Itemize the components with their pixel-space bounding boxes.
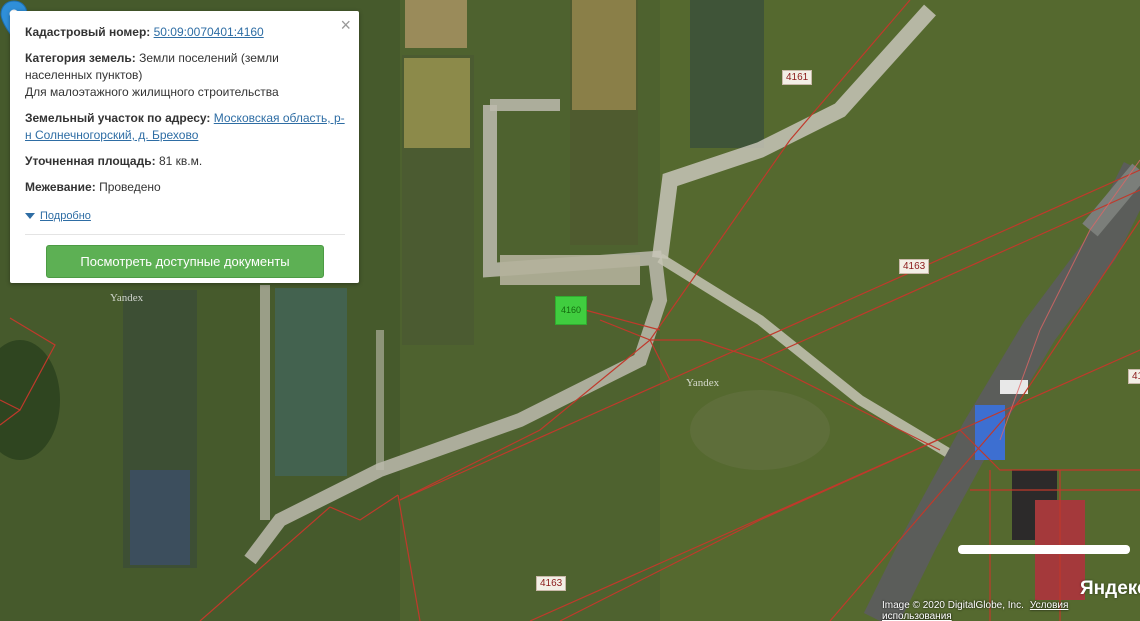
address-label: Земельный участок по адресу: [25, 111, 211, 125]
details-link[interactable]: Подробно [40, 210, 91, 222]
yandex-logo[interactable]: Яндекс [1080, 578, 1140, 600]
selected-parcel-highlight[interactable]: 4160 [555, 296, 587, 325]
cadastral-row: Кадастровый номер: 50:09:0070401:4160 [25, 24, 345, 41]
cadastral-number-link[interactable]: 50:09:0070401:4160 [154, 25, 264, 39]
divider [25, 234, 345, 235]
parcel-label-4161[interactable]: 4161 [782, 70, 813, 85]
category-use: Для малоэтажного жилищного строительства [25, 85, 279, 99]
area-value: 81 кв.м. [158, 154, 203, 168]
map-watermark: Yandex [686, 377, 720, 389]
area-label: Уточненная площадь: [25, 154, 156, 168]
view-documents-button[interactable]: Посмотреть доступные документы [46, 245, 324, 278]
selected-parcel-label: 4160 [560, 305, 582, 315]
triangle-down-icon [25, 213, 35, 219]
parcel-label-4163-bottom[interactable]: 4163 [536, 576, 567, 591]
category-label: Категория земель: [25, 51, 136, 65]
address-row: Земельный участок по адресу: Московская … [25, 110, 345, 144]
details-toggle[interactable]: Подробно [25, 210, 345, 222]
survey-value: Проведено [99, 180, 161, 194]
survey-row: Межевание: Проведено [25, 179, 345, 196]
map-attribution: Image © 2020 DigitalGlobe, Inc. Условия и… [882, 600, 1140, 621]
parcel-info-popup: × Кадастровый номер: 50:09:0070401:4160 … [10, 11, 359, 283]
attribution-text: Image © 2020 DigitalGlobe, Inc. [882, 600, 1024, 611]
cadastral-label: Кадастровый номер: [25, 25, 151, 39]
area-row: Уточненная площадь: 81 кв.м. [25, 153, 345, 170]
scale-bar [958, 545, 1130, 554]
parcel-label-edge[interactable]: 41 [1128, 369, 1140, 384]
parcel-label-4163-right[interactable]: 4163 [899, 259, 930, 274]
close-icon[interactable]: × [340, 16, 351, 34]
map-watermark: Yandex [110, 292, 144, 304]
category-row: Категория земель: Земли поселений (земли… [25, 50, 345, 101]
survey-label: Межевание: [25, 180, 96, 194]
